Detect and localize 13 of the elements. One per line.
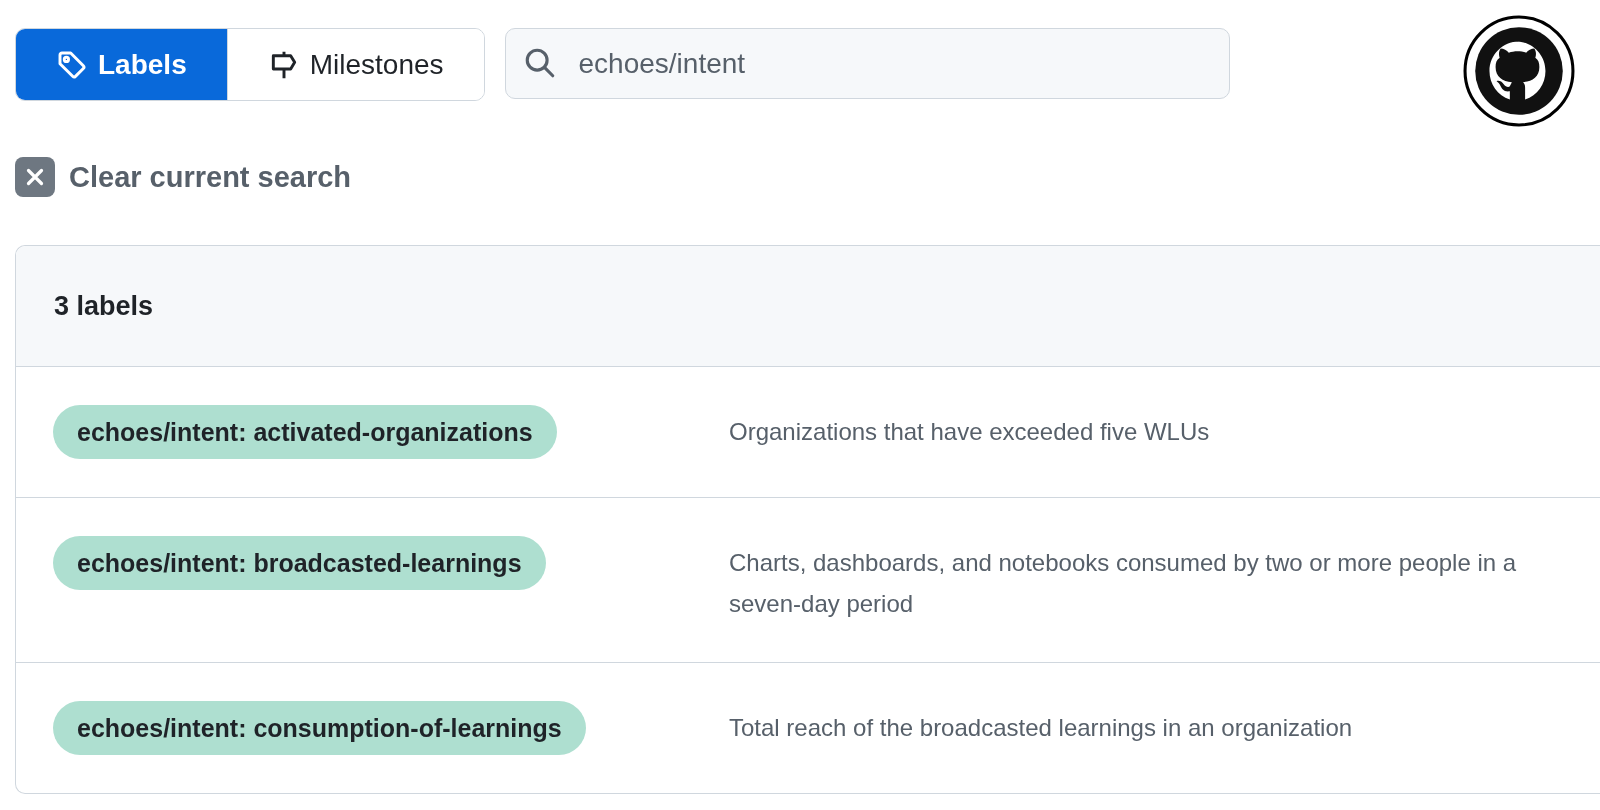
label-description: Organizations that have exceeded five WLUs [729,417,1211,447]
label-badge[interactable]: echoes/intent: broadcasted-learnings [53,536,546,590]
clear-search-link[interactable]: Clear current search [15,157,352,197]
close-icon [15,157,55,197]
tab[interactable]: Labels [16,29,227,100]
label-description: Charts, dashboards, and notebooks consumed by two or more people in a seven-day period [729,548,1518,619]
label-badge[interactable]: echoes/intent: consumption-of-learnings [53,701,586,755]
tab[interactable]: Milestones [226,29,484,100]
label-badge[interactable]: echoes/intent: activated-organizations [53,405,557,459]
label-count: 3 labels [54,290,154,322]
label-description: Total reach of the broadcasted learnings in an organization [729,713,1354,743]
search-field[interactable]: echoes/intent [504,28,1230,99]
cat-logo-icon [1463,15,1575,127]
